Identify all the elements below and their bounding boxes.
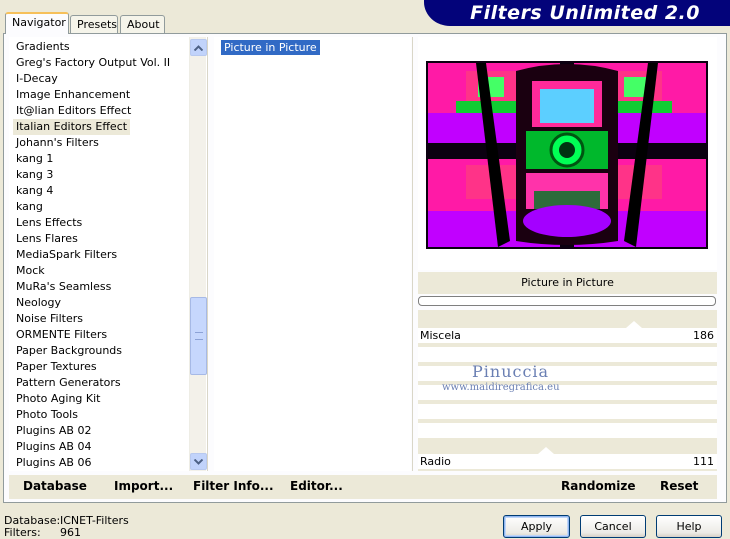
- filters-count: 961: [60, 526, 81, 539]
- list-item-selected[interactable]: Italian Editors Effect: [13, 119, 131, 135]
- tab-about[interactable]: About: [120, 15, 165, 33]
- chevron-up-icon: [194, 44, 203, 51]
- slider-thumb[interactable]: [626, 321, 642, 328]
- list-item[interactable]: kang 3: [13, 167, 56, 183]
- banner-title: Filters Unlimited 2.0: [470, 2, 700, 24]
- watermark-url: www.maidiregrafica.eu: [442, 382, 560, 393]
- category-list[interactable]: Gradients Greg's Factory Output Vol. II …: [9, 37, 207, 471]
- tab-navigator[interactable]: Navigator: [5, 12, 69, 34]
- import-button[interactable]: Import...: [114, 479, 173, 493]
- list-item[interactable]: kang 1: [13, 151, 56, 167]
- list-item[interactable]: ORMENTE Filters: [13, 327, 110, 343]
- list-item[interactable]: I-Decay: [13, 71, 61, 87]
- tab-presets-label: Presets: [77, 18, 118, 31]
- list-item[interactable]: Lens Flares: [13, 231, 81, 247]
- apply-button[interactable]: Apply: [503, 515, 570, 538]
- reset-button[interactable]: Reset: [660, 479, 698, 493]
- param-row-miscela[interactable]: Miscela 186: [418, 321, 717, 343]
- param-row: [418, 423, 717, 438]
- slider-thumb[interactable]: [538, 447, 554, 454]
- scroll-up-button[interactable]: [190, 39, 207, 56]
- list-item[interactable]: Plugins AB 02: [13, 423, 94, 439]
- list-item[interactable]: Plugins AB 06: [13, 455, 94, 471]
- list-item[interactable]: Greg's Factory Output Vol. II: [13, 55, 173, 71]
- list-item[interactable]: Johann's Filters: [13, 135, 102, 151]
- list-item[interactable]: Lens Effects: [13, 215, 85, 231]
- list-item[interactable]: MuRa's Seamless: [13, 279, 114, 295]
- tab-strip: Navigator Presets About: [0, 0, 460, 34]
- preview-area: [418, 37, 717, 270]
- list-item[interactable]: Paper Backgrounds: [13, 343, 125, 359]
- list-item[interactable]: Gradients: [13, 39, 73, 55]
- param-row: [418, 347, 717, 362]
- preview-image: [426, 61, 708, 249]
- param-value: 111: [693, 455, 714, 468]
- filter-list[interactable]: Picture in Picture: [214, 37, 411, 471]
- tab-presets[interactable]: Presets: [70, 15, 118, 33]
- list-item[interactable]: kang: [13, 199, 46, 215]
- list-item[interactable]: Pattern Generators: [13, 375, 124, 391]
- param-row: [418, 404, 717, 419]
- param-label: Miscela: [420, 329, 461, 342]
- title-banner: Filters Unlimited 2.0: [424, 0, 730, 26]
- list-item[interactable]: Photo Aging Kit: [13, 391, 103, 407]
- list-item[interactable]: Image Enhancement: [13, 87, 133, 103]
- list-item[interactable]: Noise Filters: [13, 311, 86, 327]
- list-item[interactable]: Photo Tools: [13, 407, 81, 423]
- list-item[interactable]: Plugins AB 04: [13, 439, 94, 455]
- divider: [207, 37, 208, 471]
- list-item[interactable]: Mock: [13, 263, 48, 279]
- list-item[interactable]: Paper Textures: [13, 359, 100, 375]
- chevron-down-icon: [194, 458, 203, 465]
- filters-unlimited-dialog: Navigator Presets About Filters Unlimite…: [0, 0, 730, 539]
- scroll-thumb[interactable]: [190, 297, 207, 375]
- filter-item-selected[interactable]: Picture in Picture: [221, 40, 320, 55]
- progress-bar: [418, 296, 716, 306]
- status-info: Database:ICNET-Filters Filters: 961: [4, 515, 129, 539]
- list-item[interactable]: MediaSpark Filters: [13, 247, 120, 263]
- list-item[interactable]: It@lian Editors Effect: [13, 103, 134, 119]
- action-bar: Database Import... Filter Info... Editor…: [9, 475, 717, 499]
- database-button[interactable]: Database: [23, 479, 87, 493]
- filter-info-button[interactable]: Filter Info...: [193, 479, 274, 493]
- editor-button[interactable]: Editor...: [290, 479, 343, 493]
- param-row-radio[interactable]: Radio 111: [418, 447, 717, 469]
- scroll-down-button[interactable]: [190, 453, 207, 470]
- randomize-button[interactable]: Randomize: [561, 479, 635, 493]
- list-item[interactable]: kang 4: [13, 183, 56, 199]
- filter-name-label: Picture in Picture: [418, 272, 717, 294]
- help-button[interactable]: Help: [656, 515, 722, 538]
- param-value: 186: [693, 329, 714, 342]
- tab-about-label: About: [127, 18, 160, 31]
- param-label: Radio: [420, 455, 451, 468]
- category-scrollbar[interactable]: [189, 37, 207, 471]
- param-row: [418, 366, 717, 381]
- divider: [412, 37, 413, 471]
- tab-navigator-label: Navigator: [12, 16, 66, 29]
- filters-label: Filters:: [4, 526, 41, 539]
- cancel-button[interactable]: Cancel: [580, 515, 646, 538]
- watermark-name: Pinuccia: [472, 362, 550, 381]
- list-item[interactable]: Neology: [13, 295, 64, 311]
